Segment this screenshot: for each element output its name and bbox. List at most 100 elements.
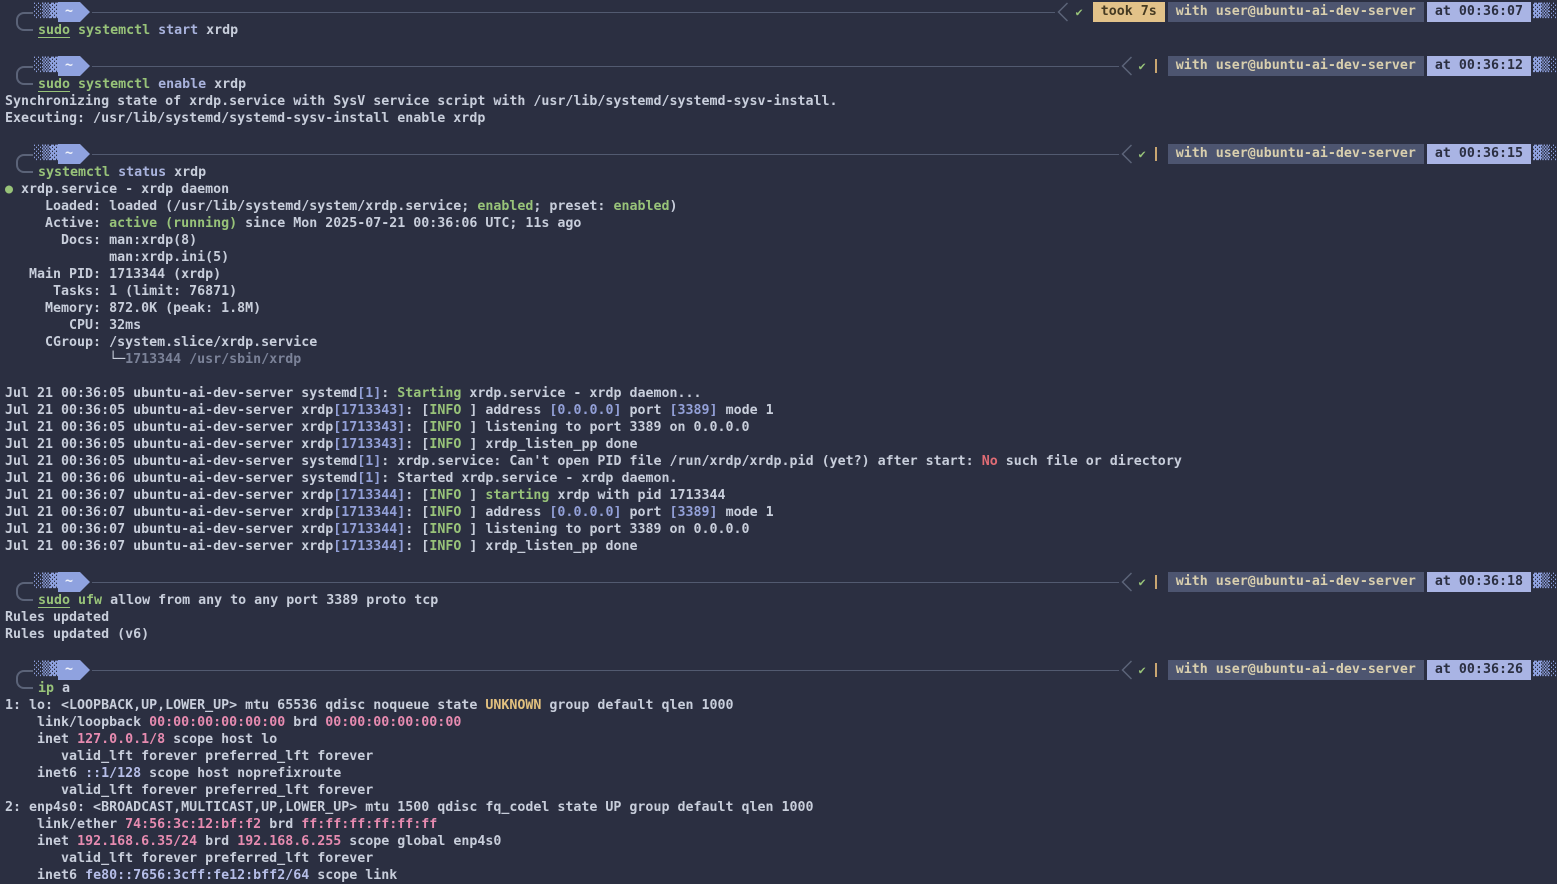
text-token: sudo [38,23,70,38]
status-check-icon: ✔ [1139,660,1146,680]
status-check-icon: ✔ [1139,144,1146,164]
text-token: : [ [405,403,429,418]
text-token: enable [150,77,206,92]
text-token: Jul 21 00:36:07 ubuntu-ai-dev-server xrd… [5,522,333,537]
terminal-line: └─1713344 /usr/sbin/xrdp [0,351,1557,368]
text-token: brd [197,834,237,849]
text-token: xrdp [166,165,206,180]
terminal-line: 2: enp4s0: <BROADCAST,MULTICAST,UP,LOWER… [0,799,1557,816]
text-token: [1713344] [333,539,405,554]
text-token: mode 1 [718,403,774,418]
text-token: systemctl [38,165,110,180]
arrow-left-icon [1121,660,1132,680]
text-token: ip [38,681,54,696]
terminal-line: inet6 ::1/128 scope host noprefixroute [0,765,1557,782]
terminal-line: Executing: /usr/lib/systemd/systemd-sysv… [0,110,1557,127]
prompt-frame [16,154,33,173]
text-token: xrdp.service - xrdp daemon [21,182,229,197]
text-token: CGroup: /system.slice/xrdp.service [5,335,317,350]
text-token: start [150,23,198,38]
exec-time-badge: took 7s [1093,2,1165,22]
segment-bar-icon [1155,575,1157,589]
text-token: INFO [429,403,461,418]
dir-segment: ~ [58,56,80,76]
text-token: systemctl [78,77,150,92]
status-check-icon: ✔ [1075,2,1082,22]
text-token: ] xrdp_listen_pp done [461,437,637,452]
dir-arrow-icon [80,2,90,22]
text-token: : [ [405,437,429,452]
text-token: ] xrdp_listen_pp done [461,539,637,554]
terminal-line: Jul 21 00:36:05 ubuntu-ai-dev-server xrd… [0,402,1557,419]
text-token: [1713343] [333,403,405,418]
text-token: active (running) [109,216,237,231]
terminal-line: ● xrdp.service - xrdp daemon [0,181,1557,198]
text-token: Jul 21 00:36:05 ubuntu-ai-dev-server sys… [5,454,357,469]
text-token: link/ether [5,817,125,832]
text-token: a [54,681,70,696]
text-token: Jul 21 00:36:05 ubuntu-ai-dev-server sys… [5,386,357,401]
context-badge: with user@ubuntu-ai-dev-server [1168,572,1424,592]
dither-right-icon: ▓▒░ [1533,2,1557,22]
terminal-line: 1: lo: <LOOPBACK,UP,LOWER_UP> mtu 65536 … [0,697,1557,714]
prompt-header: ░▒▓~✔took 7swith user@ubuntu-ai-dev-serv… [0,2,1557,22]
terminal-line: Main PID: 1713344 (xrdp) [0,266,1557,283]
text-token: 192.168.6.255 [237,834,341,849]
text-token: 00:00:00:00:00:00 [325,715,461,730]
terminal-line: Synchronizing state of xrdp.service with… [0,93,1557,110]
text-token: : [ [405,539,429,554]
text-token: port [621,505,669,520]
text-token: scope host noprefixroute [141,766,341,781]
text-token: Synchronizing state of xrdp.service with… [5,94,838,109]
text-token: Jul 21 00:36:05 ubuntu-ai-dev-server xrd… [5,403,333,418]
text-token: Jul 21 00:36:07 ubuntu-ai-dev-server xrd… [5,488,333,503]
prompt-frame [16,66,33,85]
text-token: UNKNOWN [485,698,541,713]
text-token: INFO [429,522,461,537]
command-block: ░▒▓~✔with user@ubuntu-ai-dev-serverat 00… [0,572,1557,643]
text-token: enabled [477,199,533,214]
command-block: ░▒▓~✔with user@ubuntu-ai-dev-serverat 00… [0,660,1557,884]
text-token: [1] [357,471,381,486]
text-token: : [381,386,397,401]
text-token: ) [669,199,677,214]
command-line: ip a [0,680,1557,697]
dither-left-icon: ░▒▓ [34,572,58,592]
text-token: [1713344] [333,522,405,537]
text-token: allow from any to any port 3389 proto tc… [102,593,438,608]
text-token: [1] [357,386,381,401]
command-block: ░▒▓~✔took 7swith user@ubuntu-ai-dev-serv… [0,2,1557,39]
arrow-left-icon [1121,56,1132,76]
terminal-line: Jul 21 00:36:05 ubuntu-ai-dev-server xrd… [0,419,1557,436]
text-token: : [ [405,522,429,537]
text-token: valid_lft forever preferred_lft forever [5,783,373,798]
text-token: Active: [5,216,109,231]
connector-line [92,12,1055,13]
terminal-line: CPU: 32ms [0,317,1557,334]
text-token: ; preset: [533,199,613,214]
text-token: status [110,165,166,180]
terminal-line: valid_lft forever preferred_lft forever [0,748,1557,765]
text-token: : xrdp.service: Can't open PID file /run… [381,454,981,469]
status-check-icon: ✔ [1139,572,1146,592]
text-token: group default qlen 1000 [541,698,733,713]
text-token: INFO [429,539,461,554]
dir-arrow-icon [80,144,90,164]
command-block: ░▒▓~✔with user@ubuntu-ai-dev-serverat 00… [0,144,1557,555]
terminal-line: Jul 21 00:36:07 ubuntu-ai-dev-server xrd… [0,504,1557,521]
text-token: Jul 21 00:36:07 ubuntu-ai-dev-server xrd… [5,539,333,554]
status-check-icon: ✔ [1139,56,1146,76]
dir-segment: ~ [58,144,80,164]
text-token: enabled [613,199,669,214]
text-token: └─ [5,352,125,367]
text-token: ] [461,488,485,503]
prompt-frame [16,582,33,601]
connector-line [92,66,1118,67]
terminal-line: Rules updated [0,609,1557,626]
text-token: 192.168.6.35/24 [77,834,197,849]
text-token: No [982,454,998,469]
text-token: Jul 21 00:36:07 ubuntu-ai-dev-server xrd… [5,505,333,520]
text-token: Executing: /usr/lib/systemd/systemd-sysv… [5,111,485,126]
terminal[interactable]: ░▒▓ ~ ✔ took 7s with user@ubuntu-ai-dev-serv… [0,0,1557,884]
text-token: inet6 [5,868,85,883]
